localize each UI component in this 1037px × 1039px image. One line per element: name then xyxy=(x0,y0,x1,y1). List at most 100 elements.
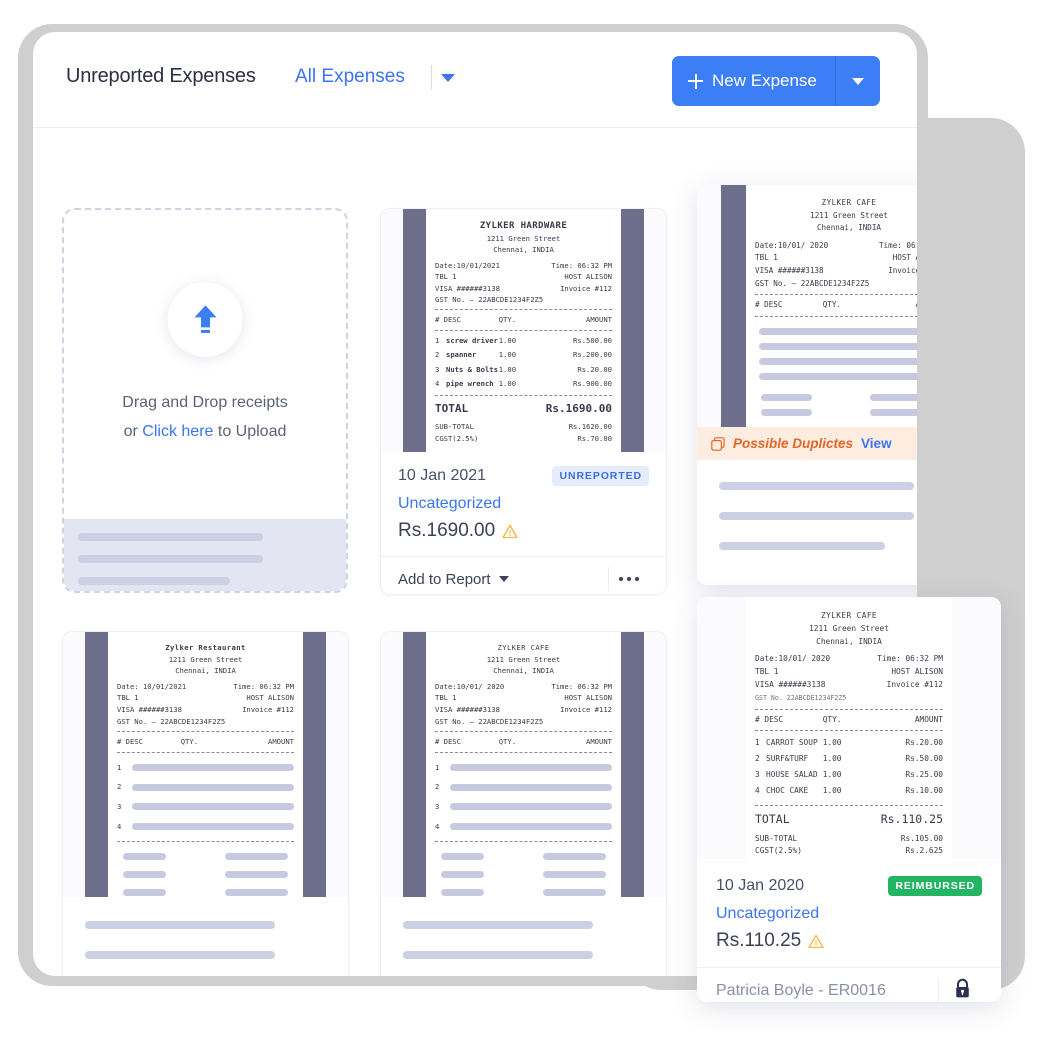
receipt-skeleton-item: 4 xyxy=(117,821,294,833)
receipt-date-row: Date:10/01/ 2020 Time: 06:32 PM xyxy=(755,653,943,666)
skeleton-line xyxy=(132,783,294,791)
new-expense-button-group: New Expense xyxy=(672,56,880,106)
app-header: Unreported Expenses All Expenses New Exp… xyxy=(33,32,917,128)
expense-category[interactable]: Uncategorized xyxy=(398,495,649,513)
item-amount: Rs.500.00 xyxy=(573,335,612,345)
receipt-paper: Zylker Restaurant 1211 Green Street Chen… xyxy=(108,632,303,897)
receipt-date: Date:10/01/ 2020 xyxy=(435,681,505,691)
item-amount: Rs.50.00 xyxy=(905,754,943,764)
receipt-time: Time: 06:32 PM xyxy=(233,681,294,691)
receipt-thumbnail[interactable]: ZYLKER CAFE 1211 Green Street Chennai, I… xyxy=(697,185,917,427)
receipt-host: HOST ALISON xyxy=(892,253,917,263)
item-desc: HOUSE SALAD xyxy=(766,769,818,779)
receipt-tbl: TBL 1 xyxy=(117,693,139,703)
receipt-tbl-row: TBL 1 HOST ALISON xyxy=(117,692,294,704)
receipt-cgst-label: CGST(2.5%) xyxy=(435,433,479,443)
receipt-host: HOST ALISON xyxy=(246,693,294,703)
warning-triangle-icon xyxy=(808,934,824,948)
item-qty: 1.00 xyxy=(822,754,842,764)
chevron-down-icon xyxy=(498,576,509,582)
more-options-icon[interactable] xyxy=(609,576,650,582)
upload-arrow-icon xyxy=(194,304,216,333)
item-desc: CHOC CAKE xyxy=(766,785,809,795)
skeleton-row xyxy=(755,408,917,416)
item-qty: 1.00 xyxy=(498,364,517,374)
receipt-thumbnail[interactable]: ZYLKER CAFE 1211 Green Street Chennai, I… xyxy=(381,632,666,897)
item-qty: 1.00 xyxy=(822,769,842,779)
dropzone-line1: Drag and Drop receipts xyxy=(122,394,288,411)
receipt-gst: GST No. — 22ABCDE1234F2Z5 xyxy=(435,295,544,305)
header-divider xyxy=(431,65,432,89)
skeleton-line xyxy=(719,482,914,490)
receipt-thumbnail[interactable]: ZYLKER HARDWARE 1211 Green Street Chenna… xyxy=(381,209,666,452)
receipt-thumbnail[interactable]: ZYLKER CAFE 1211 Green Street Chennai, I… xyxy=(697,597,1001,859)
receipt-address-1: 1211 Green Street xyxy=(486,234,561,243)
new-expense-button[interactable]: New Expense xyxy=(672,56,835,106)
receipt-column-headers: # DESC QTY. AMOUNT xyxy=(435,736,612,748)
expense-card-cafe[interactable]: ZYLKER CAFE 1211 Green Street Chennai, I… xyxy=(380,631,667,976)
receipt-address-2: Chennai, INDIA xyxy=(493,666,554,676)
skeleton-line xyxy=(719,512,914,520)
expense-owner: Patricia Boyle - ER0016 xyxy=(716,982,886,999)
item-number: 3 xyxy=(435,364,440,374)
expense-card-hardware[interactable]: ZYLKER HARDWARE 1211 Green Street Chenna… xyxy=(380,208,667,595)
card-skeleton-footer xyxy=(381,897,666,976)
receipt-date-row: Date:10/01/2021 Time: 06:32 PM xyxy=(435,260,612,271)
expense-card-restaurant[interactable]: Zylker Restaurant 1211 Green Street Chen… xyxy=(62,631,349,976)
item-number: 2 xyxy=(755,754,760,764)
receipt-time: Time: 06:32 PM xyxy=(551,260,612,270)
skeleton-row xyxy=(435,853,612,861)
more-group xyxy=(607,567,650,591)
item-qty: 1.00 xyxy=(498,350,517,360)
item-number: 3 xyxy=(755,769,760,779)
receipt-total-value: Rs.110.25 xyxy=(880,811,943,826)
receipt-time: Time: 06:32 PM xyxy=(551,681,612,691)
receipt-skeleton-items: 1 2 3 4 xyxy=(435,762,612,832)
receipt-divider xyxy=(117,731,294,733)
skeleton-line xyxy=(78,577,231,585)
expense-category[interactable]: Uncategorized xyxy=(716,905,982,923)
add-to-report-button[interactable]: Add to Report xyxy=(398,571,509,588)
receipt-subtotal-label: SUB-TOTAL xyxy=(435,422,474,432)
skeleton-row xyxy=(435,889,612,897)
new-expense-dropdown-button[interactable] xyxy=(836,56,880,106)
col-qty: QTY. xyxy=(498,737,517,747)
receipt-cgst-row: CGST(2.5%) Rs.2.625 xyxy=(755,845,943,858)
receipt-divider xyxy=(435,395,612,397)
receipt-address-2: Chennai, INDIA xyxy=(175,666,236,676)
receipt-visa: VISA ######3138 xyxy=(755,679,826,689)
card-skeleton-footer xyxy=(697,460,917,550)
item-amount: Rs.20.00 xyxy=(577,364,612,374)
receipt-divider xyxy=(755,730,943,732)
dropzone-skeleton xyxy=(64,519,346,591)
item-amount: Rs.200.00 xyxy=(573,350,612,360)
view-duplicates-link[interactable]: View xyxy=(861,436,892,451)
receipt-item-row: 3 HOUSE SALAD 1.00 Rs.25.00 xyxy=(755,769,943,782)
item-number: 2 xyxy=(435,782,440,792)
expense-card-duplicate[interactable]: ZYLKER CAFE 1211 Green Street Chennai, I… xyxy=(697,185,917,585)
skeleton-row xyxy=(117,871,294,879)
receipt-date: Date:10/01/ 2020 xyxy=(755,240,829,250)
receipt-item-row: 4 pipe wrench 1.00 Rs.900.00 xyxy=(435,378,612,389)
receipt-invoice: Invoice #112 xyxy=(886,679,943,689)
expense-card-cafe-reimbursed[interactable]: ZYLKER CAFE 1211 Green Street Chennai, I… xyxy=(697,597,1001,1002)
receipt-dropzone[interactable]: Drag and Drop receipts or Click here to … xyxy=(62,208,348,593)
receipt-invoice: Invoice #112 xyxy=(242,704,294,714)
click-here-link[interactable]: Click here xyxy=(142,423,213,440)
skeleton-line xyxy=(450,803,612,811)
item-desc: CARROT SOUP xyxy=(766,738,818,748)
col-desc: # DESC xyxy=(755,300,783,310)
plus-icon xyxy=(688,73,703,89)
expenses-filter-link[interactable]: All Expenses xyxy=(295,66,405,88)
duplicates-label: Possible Duplictes xyxy=(733,436,854,451)
receipt-thumbnail[interactable]: Zylker Restaurant 1211 Green Street Chen… xyxy=(63,632,348,897)
skeleton-line xyxy=(132,803,294,811)
receipt-host: HOST ALISON xyxy=(564,272,612,282)
chevron-down-icon xyxy=(851,77,864,85)
receipt-tbl-row: TBL 1 HOST ALISON xyxy=(755,252,917,265)
col-amount: AMOUNT xyxy=(914,714,943,724)
chevron-down-icon[interactable] xyxy=(441,74,455,82)
receipt-host: HOST ALISON xyxy=(564,693,612,703)
lock-icon[interactable] xyxy=(939,978,982,1002)
receipt-total-row: TOTAL Rs.110.25 xyxy=(755,810,943,828)
